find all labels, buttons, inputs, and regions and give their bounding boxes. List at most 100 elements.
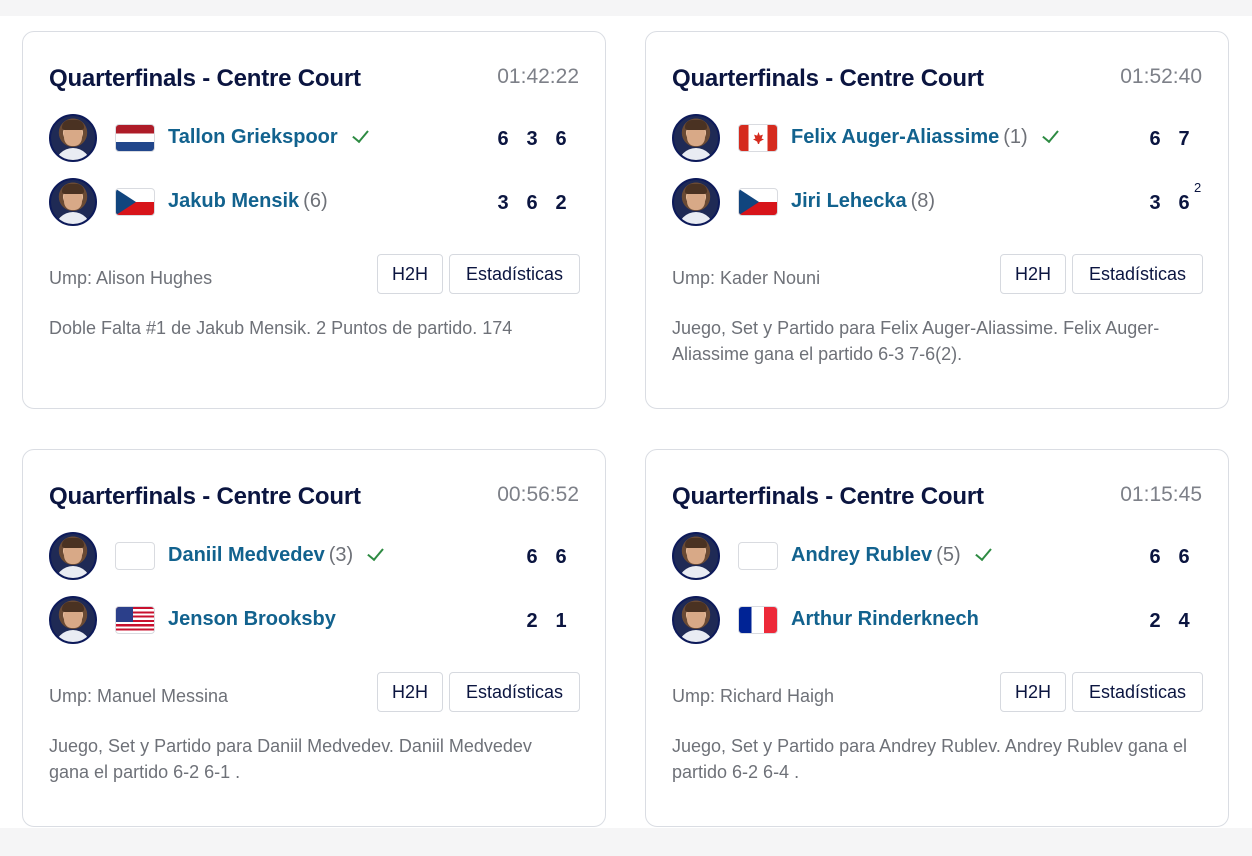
set-games: 6 <box>526 546 538 568</box>
set-games: 3 <box>1149 192 1161 214</box>
player-avatar[interactable] <box>49 178 97 226</box>
set-games: 1 <box>555 610 567 632</box>
player-name-link[interactable]: Daniil Medvedev (3) <box>168 544 389 567</box>
set-games: 6 <box>497 128 509 150</box>
player-name[interactable]: Jakub Mensik <box>168 190 299 212</box>
set-score: 2 <box>522 610 542 633</box>
set-games: 2 <box>1149 610 1161 632</box>
player-row: Andrey Rublev (5) 6 6 <box>672 532 1212 584</box>
match-title: Quarterfinals - Centre Court <box>49 65 361 92</box>
player-seed: (1) <box>1003 126 1028 148</box>
country-flag-icon <box>115 606 155 634</box>
player-name[interactable]: Felix Auger-Aliassime <box>791 126 999 148</box>
player-name-link[interactable]: Andrey Rublev (5) <box>791 544 997 567</box>
country-flag-icon <box>738 124 778 152</box>
player-row: Jiri Lehecka (8) 3 6 2 <box>672 178 1212 230</box>
player-avatar[interactable] <box>49 596 97 644</box>
match-duration: 01:15:45 <box>1120 483 1202 506</box>
match-duration: 00:56:52 <box>497 483 579 506</box>
set-games: 7 <box>1178 128 1190 150</box>
country-flag-icon <box>115 542 155 570</box>
player-seed: (8) <box>910 190 936 212</box>
player-name[interactable]: Arthur Rinderknech <box>791 608 979 630</box>
match-card: Quarterfinals - Centre Court 01:42:22 Tall… <box>22 31 606 409</box>
set-score: 1 <box>551 610 571 633</box>
set-score: 6 <box>493 128 513 151</box>
player-name[interactable]: Andrey Rublev <box>791 544 932 566</box>
player-name-link[interactable]: Tallon Griekspoor <box>168 126 374 149</box>
player-row: Felix Auger-Aliassime (1) 6 7 <box>672 114 1212 166</box>
player-name-link[interactable]: Jenson Brooksby <box>168 608 336 631</box>
player-name-link[interactable]: Arthur Rinderknech <box>791 608 979 631</box>
player-seed: (6) <box>303 190 328 212</box>
h2h-button[interactable]: H2H <box>1000 672 1066 712</box>
country-flag-icon <box>738 542 778 570</box>
set-score: 62 <box>1174 180 1201 215</box>
winner-check-icon <box>352 126 374 144</box>
tiebreak-score: 2 <box>1194 180 1202 195</box>
set-score: 4 <box>1174 610 1194 633</box>
player-seed: (5) <box>936 544 961 566</box>
umpire-label: Ump: Alison Hughes <box>49 268 213 288</box>
set-score: 3 <box>1145 192 1165 215</box>
match-summary: Juego, Set y Partido para Daniil Medvede… <box>49 736 532 782</box>
country-flag-icon <box>115 188 155 216</box>
set-score: 7 <box>1174 128 1194 151</box>
player-row: Arthur Rinderknech 2 4 <box>672 596 1212 648</box>
set-games: 4 <box>1178 610 1190 632</box>
player-row: Jakub Mensik (6) 3 6 2 <box>49 178 589 230</box>
set-games: 2 <box>526 610 538 632</box>
set-games: 6 <box>1149 546 1161 568</box>
match-card: Quarterfinals - Centre Court 01:15:45 Andr… <box>645 449 1229 827</box>
set-score: 6 <box>522 546 542 569</box>
country-flag-icon <box>738 606 778 634</box>
set-games: 6 <box>1178 192 1190 214</box>
set-games: 3 <box>526 128 538 150</box>
winner-check-icon <box>367 544 389 562</box>
set-games: 3 <box>497 192 509 214</box>
umpire-label: Ump: Richard Haigh <box>672 686 835 706</box>
player-avatar[interactable] <box>49 532 97 580</box>
match-title: Quarterfinals - Centre Court <box>672 65 984 92</box>
match-card: Quarterfinals - Centre Court 01:52:40 Feli… <box>645 31 1229 409</box>
player-name[interactable]: Daniil Medvedev <box>168 544 325 566</box>
player-name-link[interactable]: Jiri Lehecka (8) <box>791 190 935 213</box>
player-row: Daniil Medvedev (3) 6 6 <box>49 532 589 584</box>
player-avatar[interactable] <box>672 114 720 162</box>
set-score: 3 <box>522 128 542 151</box>
player-avatar[interactable] <box>672 178 720 226</box>
match-duration: 01:52:40 <box>1120 65 1202 88</box>
set-score: 2 <box>551 192 571 215</box>
country-flag-icon <box>115 124 155 152</box>
country-flag-icon <box>738 188 778 216</box>
player-avatar[interactable] <box>672 532 720 580</box>
h2h-button[interactable]: H2H <box>377 672 443 712</box>
umpire-label: Ump: Kader Nouni <box>672 268 821 288</box>
set-games: 6 <box>526 192 538 214</box>
set-games: 6 <box>1149 128 1161 150</box>
match-summary: Juego, Set y Partido para Felix Auger-Al… <box>672 318 1160 364</box>
player-name[interactable]: Jiri Lehecka <box>791 190 907 212</box>
set-score: 2 <box>1145 610 1165 633</box>
set-games: 6 <box>555 128 567 150</box>
player-row: Tallon Griekspoor 6 3 6 <box>49 114 589 166</box>
h2h-button[interactable]: H2H <box>1000 254 1066 294</box>
player-name[interactable]: Jenson Brooksby <box>168 608 336 630</box>
stats-button[interactable]: Estadísticas <box>449 672 580 712</box>
player-row: Jenson Brooksby 2 1 <box>49 596 589 648</box>
winner-check-icon <box>975 544 997 562</box>
player-name-link[interactable]: Felix Auger-Aliassime (1) <box>791 126 1064 149</box>
stats-button[interactable]: Estadísticas <box>1072 254 1203 294</box>
player-avatar[interactable] <box>49 114 97 162</box>
h2h-button[interactable]: H2H <box>377 254 443 294</box>
player-avatar[interactable] <box>672 596 720 644</box>
stats-button[interactable]: Estadísticas <box>449 254 580 294</box>
match-summary: Juego, Set y Partido para Andrey Rublev.… <box>672 736 1187 782</box>
set-score: 6 <box>1145 546 1165 569</box>
player-name-link[interactable]: Jakub Mensik (6) <box>168 190 328 213</box>
match-summary: Doble Falta #1 de Jakub Mensik. 2 Puntos… <box>49 318 513 338</box>
player-name[interactable]: Tallon Griekspoor <box>168 126 338 148</box>
stats-button[interactable]: Estadísticas <box>1072 672 1203 712</box>
set-score: 6 <box>522 192 542 215</box>
set-score: 6 <box>1145 128 1165 151</box>
